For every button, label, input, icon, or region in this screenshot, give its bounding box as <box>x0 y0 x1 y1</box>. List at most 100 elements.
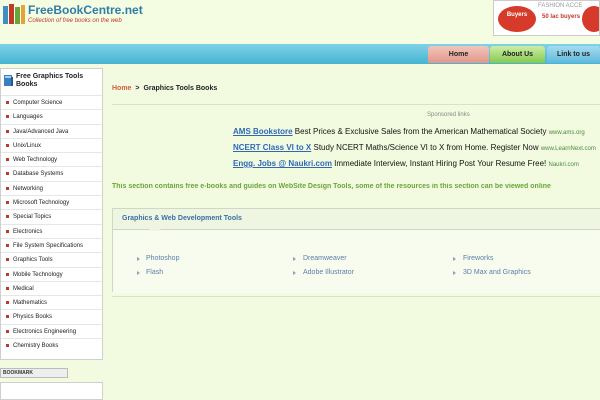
main-nav: Home About Us Link to us <box>0 44 600 64</box>
sidebar-item[interactable]: Physics Books <box>1 309 102 323</box>
sidebar-item[interactable]: Unix/Linux <box>1 137 102 152</box>
tool-link-fireworks[interactable]: Fireworks <box>463 255 493 262</box>
sidebar-item[interactable]: Mobile Technology <box>1 266 102 281</box>
sidebar-item[interactable]: Networking <box>1 180 102 195</box>
breadcrumb-current: Graphics Tools Books <box>143 85 218 92</box>
sidebar-item[interactable]: Database Systems <box>1 166 102 180</box>
breadcrumb-home-link[interactable]: Home <box>112 85 131 92</box>
sidebar-item-label: Java/Advanced Java <box>13 128 69 135</box>
sidebar-item[interactable]: Electronics <box>1 223 102 238</box>
sidebar-item[interactable]: Electronics Engineering <box>1 323 102 338</box>
sidebar-item-label: Chemistry Books <box>13 343 59 350</box>
arrow-icon <box>293 271 296 275</box>
ad-badge: Buyers <box>498 6 536 32</box>
tool-link-illustrator[interactable]: Adobe Illustrator <box>303 269 354 276</box>
tool-link-3dmax[interactable]: 3D Max and Graphics <box>463 269 531 276</box>
category-sidebar: Free Graphics Tools Books Computer Scien… <box>0 68 103 360</box>
sidebar-item[interactable]: Java/Advanced Java <box>1 123 102 138</box>
sidebar-item[interactable]: Microsoft Technology <box>1 195 102 209</box>
category-list: Computer Science Languages Java/Advanced J… <box>1 95 102 352</box>
sidebar-header: Free Graphics Tools Books <box>1 69 102 95</box>
bullet-icon <box>6 229 9 233</box>
bullet-icon <box>6 201 9 205</box>
header-ad-banner[interactable]: Buyers FASHION ACCE 50 lac buyers <box>493 0 600 36</box>
tools-panel: Graphics & Web Development Tools Photosh… <box>112 208 600 293</box>
divider <box>112 296 600 297</box>
sidebar-item[interactable]: Web Technology <box>1 152 102 166</box>
sidebar-item[interactable]: File System Specifications <box>1 237 102 252</box>
sidebar-item[interactable]: Special Topics <box>1 209 102 223</box>
ad-title-link[interactable]: Engg. Jobs @ Naukri.com <box>233 159 332 168</box>
ad-row: NCERT Class VI to X Study NCERT Maths/Sc… <box>233 140 600 156</box>
sidebar-item-label: Languages <box>13 114 43 121</box>
sidebar-item-label: Electronics <box>13 228 43 235</box>
bullet-icon <box>6 272 9 276</box>
sidebar-item-label: Mathematics <box>13 300 48 307</box>
breadcrumb: Home > Graphics Tools Books <box>112 85 217 92</box>
divider <box>112 104 600 105</box>
tool-link-dreamweaver[interactable]: Dreamweaver <box>303 255 347 262</box>
site-name[interactable]: FreeBookCentre.net <box>28 3 143 17</box>
panel-header: Graphics & Web Development Tools <box>113 209 600 230</box>
ad-description: Best Prices & Exclusive Sales from the A… <box>294 127 547 136</box>
bookmark-label: BOOKMARK <box>3 370 33 376</box>
nav-link-button[interactable]: Link to us <box>547 46 600 63</box>
nav-about-button[interactable]: About Us <box>490 46 545 63</box>
panel-title[interactable]: Graphics & Web Development Tools <box>122 215 242 222</box>
ad-title-link[interactable]: NCERT Class VI to X <box>233 143 311 152</box>
sidebar-item[interactable]: Computer Science <box>1 95 102 109</box>
sponsored-ads: AMS Bookstore Best Prices & Exclusive Sa… <box>233 124 600 177</box>
bullet-icon <box>6 286 9 290</box>
ad-brand: FASHION ACCE <box>538 3 583 9</box>
books-logo-icon[interactable] <box>2 2 26 26</box>
bullet-icon <box>6 186 9 190</box>
sidebar-item[interactable]: Graphics Tools <box>1 252 102 266</box>
arrow-icon <box>137 271 140 275</box>
sidebar-item[interactable]: Chemistry Books <box>1 338 102 352</box>
bullet-icon <box>6 344 9 348</box>
bullet-icon <box>6 215 9 219</box>
ad-middle-text: 50 lac buyers <box>542 14 581 20</box>
book-icon <box>4 75 13 86</box>
site-tagline: Collection of free books on the web <box>28 18 122 24</box>
sidebar-item[interactable]: Languages <box>1 109 102 123</box>
ad-row: Engg. Jobs @ Naukri.com Immediate Interv… <box>233 156 600 172</box>
sidebar-item-label: Computer Science <box>13 100 63 106</box>
tool-link-photoshop[interactable]: Photoshop <box>146 255 179 262</box>
ad-url[interactable]: www.LearnNext.com <box>541 146 596 152</box>
section-intro: This section contains free e-books and g… <box>112 183 551 190</box>
sidebar-item-label: Unix/Linux <box>13 142 42 149</box>
bullet-icon <box>6 129 9 133</box>
bullet-icon <box>6 143 9 147</box>
ad-title-link[interactable]: AMS Bookstore <box>233 127 293 136</box>
bookmark-button[interactable]: BOOKMARK <box>0 368 68 378</box>
bullet-icon <box>6 315 9 319</box>
sidebar-item-label: Mobile Technology <box>13 271 63 278</box>
breadcrumb-separator: > <box>135 85 140 92</box>
sidebar-item-label: Web Technology <box>13 157 58 164</box>
ad-row: AMS Bookstore Best Prices & Exclusive Sa… <box>233 124 600 140</box>
sidebar-item-label: Database Systems <box>13 171 64 178</box>
bullet-icon <box>6 115 9 119</box>
ad-url[interactable]: www.ams.org <box>549 130 585 136</box>
sidebar-lower-box <box>0 382 103 400</box>
tool-link-flash[interactable]: Flash <box>146 269 163 276</box>
sidebar-item-label: Medical <box>13 285 34 292</box>
site-header: FreeBookCentre.net Collection of free bo… <box>0 0 600 44</box>
bullet-icon <box>6 158 9 162</box>
arrow-icon <box>293 257 296 261</box>
bullet-icon <box>6 301 9 305</box>
sidebar-item[interactable]: Mathematics <box>1 295 102 309</box>
nav-home-button[interactable]: Home <box>428 46 489 63</box>
sidebar-item-label: Networking <box>13 185 44 192</box>
arrow-icon <box>453 271 456 275</box>
sidebar-item-label: Special Topics <box>13 214 52 221</box>
bullet-icon <box>6 172 9 176</box>
ad-url[interactable]: Naukri.com <box>549 162 579 168</box>
panel-body: Photoshop Dreamweaver Fireworks Flash Ad… <box>113 231 600 293</box>
sidebar-item[interactable]: Medical <box>1 280 102 295</box>
sidebar-title: Free Graphics Tools Books <box>16 73 84 88</box>
ad-description: Study NCERT Maths/Science VI to X from H… <box>313 143 539 152</box>
bullet-icon <box>6 243 9 247</box>
arrow-icon <box>453 257 456 261</box>
